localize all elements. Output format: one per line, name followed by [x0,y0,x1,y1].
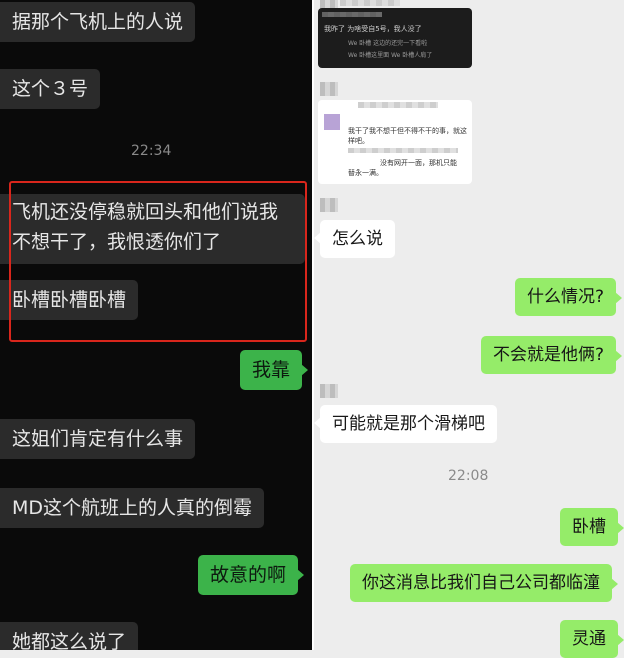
card-line: 没有网开一面，那机只能 [380,159,457,167]
card-line: We 卧槽这里面 We 卧槽人肩了 [348,52,433,59]
message-text: 据那个飞机上的人说 [12,11,184,33]
left-chat-panel: 据那个飞机上的人说 这个３号 22:34 飞机还没停稳就回头和他们说我 不想干了… [0,0,312,650]
message-text: 这姐们肯定有什么事 [12,428,184,450]
timestamp: 22:08 [448,468,489,484]
message-bubble[interactable]: 可能就是那个滑梯吧 [314,405,497,443]
card-line: 替永一满。 [348,169,383,177]
message-bubble[interactable]: 怎么说 [314,220,395,258]
card-line: 我昨了 为啥受自5号，我人没了 [324,25,422,33]
message-text: 什么情况? [527,287,605,307]
message-bubble[interactable]: MD这个航班上的人真的倒霉 [0,488,265,528]
blurred-avatar [320,384,338,398]
message-text: 可能就是那个滑梯吧 [332,414,485,434]
card-line: 我干了我不想干但不得不干的事，就这 [348,127,467,135]
card-line: 样吧。 [348,137,369,145]
message-bubble-sent[interactable]: 你这消息比我们自己公司都临潼 [350,564,618,602]
message-bubble-sent[interactable]: 故意的啊 [198,555,305,595]
message-text: 灵通 [572,629,606,649]
blurred-avatar [324,114,340,130]
message-bubble[interactable]: 这个３号 [0,69,101,109]
message-bubble-sent[interactable]: 卧槽 [560,508,624,546]
highlight-box [9,181,307,342]
blurred-text [322,12,382,17]
message-text: 她都这么说了 [12,631,127,650]
message-bubble[interactable]: 据那个飞机上的人说 [0,2,196,42]
message-bubble-sent[interactable]: 灵通 [560,620,624,658]
forwarded-chat-card[interactable]: 我干了我不想干但不得不干的事，就这 样吧。 没有网开一面，那机只能 替永一满。 [318,100,472,184]
forwarded-chat-card[interactable]: 我昨了 为啥受自5号，我人没了 We 卧槽 这边的还完一下看啦 We 卧槽这里面… [318,8,472,68]
message-bubble[interactable]: 她都这么说了 [0,622,139,650]
message-text: 这个３号 [12,78,89,100]
blurred-avatar [320,82,338,96]
message-bubble-sent[interactable]: 不会就是他俩? [481,336,623,374]
blurred-avatar [320,198,338,212]
message-text: 卧槽 [572,517,606,537]
message-text: MD这个航班上的人真的倒霉 [12,497,253,519]
message-bubble-sent[interactable]: 什么情况? [515,278,623,316]
message-text: 故意的啊 [210,564,287,586]
right-chat-panel [314,0,624,650]
message-text: 怎么说 [332,229,383,249]
card-line: We 卧槽 这边的还完一下看啦 [348,40,428,47]
message-text: 我靠 [252,359,291,381]
message-bubble-sent[interactable]: 我靠 [240,350,309,390]
message-bubble[interactable]: 这姐们肯定有什么事 [0,419,196,459]
message-text: 你这消息比我们自己公司都临潼 [362,573,600,593]
timestamp: 22:34 [131,143,172,159]
blurred-text [358,102,438,108]
message-text: 不会就是他俩? [493,345,605,365]
blurred-name [340,0,400,6]
blurred-text [348,148,458,153]
